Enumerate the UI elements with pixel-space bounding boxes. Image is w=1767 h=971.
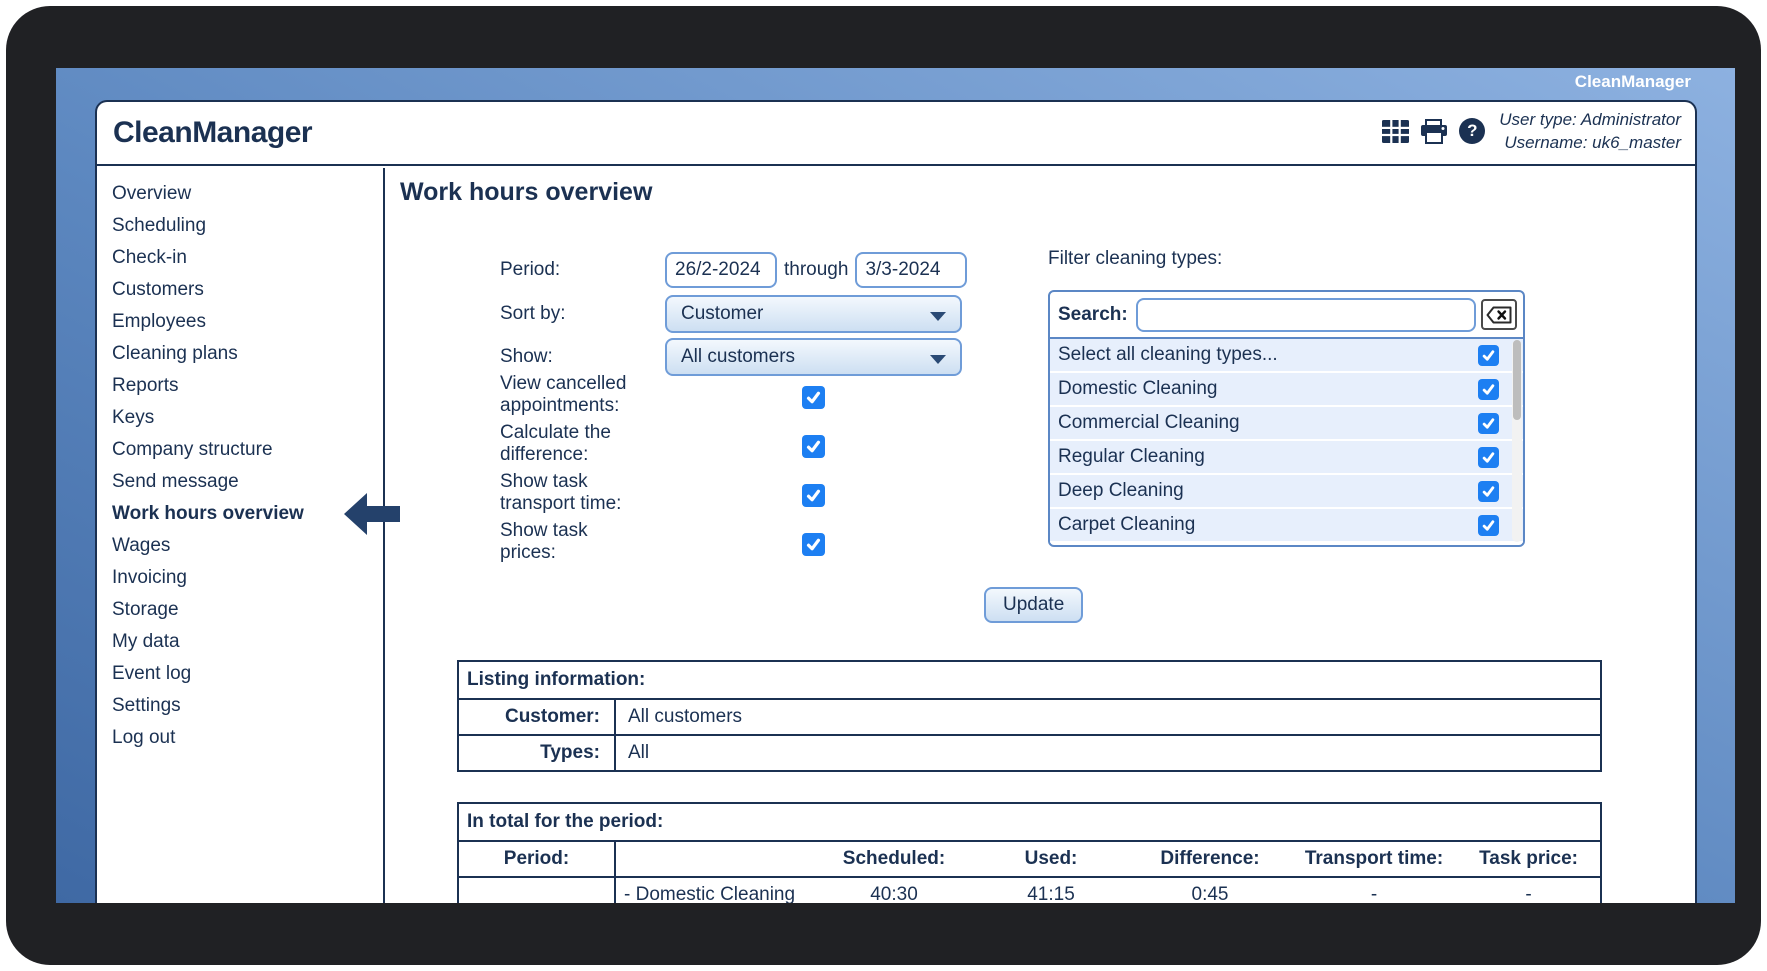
- period-to-input[interactable]: [855, 252, 968, 288]
- row-transport: -: [1291, 876, 1457, 903]
- sidebar-item-event-log[interactable]: Event log: [112, 658, 383, 690]
- deep-cleaning-checkbox[interactable]: [1478, 481, 1499, 502]
- period-from-input[interactable]: [665, 252, 777, 288]
- user-type-label: User type: Administrator: [1499, 110, 1681, 129]
- sort-by-select[interactable]: Customer: [665, 295, 962, 333]
- scrollbar-thumb[interactable]: [1513, 340, 1521, 420]
- window-brand-label: CleanManager: [1574, 72, 1691, 91]
- grid-icon[interactable]: [1382, 119, 1410, 143]
- app-header: CleanManager ? User type: Administrator …: [97, 102, 1695, 166]
- difference-col-header: Difference:: [1129, 840, 1291, 878]
- search-label: Search:: [1058, 303, 1128, 325]
- username-label: Username: uk6_master: [1504, 133, 1681, 152]
- filter-heading: Filter cleaning types:: [1048, 248, 1223, 269]
- sidebar-item-settings[interactable]: Settings: [112, 690, 383, 722]
- show-transport-time-label: Show task transport time:: [500, 471, 622, 514]
- scheduled-col-header: Scheduled:: [815, 840, 973, 878]
- totals-title: In total for the period:: [456, 802, 1603, 842]
- show-task-prices-label: Show task prices:: [500, 520, 588, 563]
- list-item-carpet-cleaning[interactable]: Carpet Cleaning: [1050, 509, 1523, 543]
- sidebar-item-customers[interactable]: Customers: [112, 274, 383, 306]
- calculate-difference-label: Calculate the difference:: [500, 422, 611, 465]
- sidebar: Overview Scheduling Check-in Customers E…: [97, 168, 400, 903]
- table-row: Types: All: [457, 734, 1602, 772]
- through-label: through: [784, 259, 849, 280]
- sidebar-item-send-message[interactable]: Send message: [112, 466, 383, 498]
- row-scheduled: 40:30: [815, 876, 973, 903]
- view-cancelled-checkbox[interactable]: [802, 386, 825, 409]
- select-all-checkbox[interactable]: [1478, 345, 1499, 366]
- device-frame: CleanManager CleanManager ? User type: A…: [6, 6, 1761, 965]
- show-transport-time-checkbox[interactable]: [802, 484, 825, 507]
- listing-info-title: Listing information:: [457, 660, 1602, 700]
- customer-row-value: All customers: [614, 698, 1602, 736]
- listing-information-table: Listing information: Customer: All custo…: [457, 660, 1602, 772]
- sidebar-item-check-in[interactable]: Check-in: [112, 242, 383, 274]
- domestic-cleaning-checkbox[interactable]: [1478, 379, 1499, 400]
- types-row-value: All: [614, 734, 1602, 772]
- table-row: - Domestic Cleaning 40:30 41:15 0:45 - -: [457, 876, 1603, 903]
- sidebar-item-company-structure[interactable]: Company structure: [112, 434, 383, 466]
- clear-search-button[interactable]: [1481, 299, 1517, 330]
- show-select[interactable]: All customers: [665, 338, 962, 376]
- print-icon[interactable]: [1420, 118, 1448, 144]
- row-price: -: [1457, 876, 1603, 903]
- main-content: Work hours overview Period: through Sort…: [385, 168, 1695, 903]
- chevron-down-icon: [930, 312, 946, 321]
- period-col-header: Period:: [457, 840, 616, 878]
- sidebar-item-overview[interactable]: Overview: [112, 178, 383, 210]
- list-item-regular-cleaning[interactable]: Regular Cleaning: [1050, 441, 1523, 475]
- sidebar-item-work-hours-overview[interactable]: Work hours overview: [112, 493, 400, 535]
- carpet-cleaning-checkbox[interactable]: [1478, 515, 1499, 536]
- row-used: 41:15: [973, 876, 1129, 903]
- backspace-icon: [1486, 306, 1512, 323]
- sort-by-label: Sort by:: [500, 303, 566, 324]
- customer-row-label: Customer:: [457, 698, 616, 736]
- sidebar-item-storage[interactable]: Storage: [112, 594, 383, 626]
- table-header-row: Period: Scheduled: Used: Difference: Tra…: [457, 840, 1603, 878]
- used-col-header: Used:: [973, 840, 1129, 878]
- row-difference: 0:45: [1129, 876, 1291, 903]
- filter-scrollbar: [1512, 340, 1522, 542]
- sidebar-item-invoicing[interactable]: Invoicing: [112, 562, 383, 594]
- transport-col-header: Transport time:: [1291, 840, 1457, 878]
- sidebar-item-keys[interactable]: Keys: [112, 402, 383, 434]
- totals-table: In total for the period: Period: Schedul…: [456, 802, 1603, 903]
- sidebar-item-cleaning-plans[interactable]: Cleaning plans: [112, 338, 383, 370]
- page-title: Work hours overview: [400, 178, 653, 206]
- calculate-difference-checkbox[interactable]: [802, 435, 825, 458]
- view-cancelled-label: View cancelled appointments:: [500, 373, 627, 416]
- types-row-label: Types:: [457, 734, 616, 772]
- chevron-down-icon: [930, 355, 946, 364]
- task-col-header: [614, 840, 815, 878]
- app-logo: CleanManager: [113, 116, 313, 149]
- show-task-prices-checkbox[interactable]: [802, 533, 825, 556]
- price-col-header: Task price:: [1457, 840, 1603, 878]
- list-item-deep-cleaning[interactable]: Deep Cleaning: [1050, 475, 1523, 509]
- regular-cleaning-checkbox[interactable]: [1478, 447, 1499, 468]
- show-label: Show:: [500, 346, 553, 367]
- row-period-cell: [457, 876, 616, 903]
- update-button[interactable]: Update: [984, 587, 1084, 623]
- row-task-name: - Domestic Cleaning: [614, 876, 815, 903]
- app-panel: CleanManager ? User type: Administrator …: [95, 100, 1697, 903]
- help-icon[interactable]: ?: [1459, 118, 1486, 144]
- sidebar-item-scheduling[interactable]: Scheduling: [112, 210, 383, 242]
- sidebar-item-my-data[interactable]: My data: [112, 626, 383, 658]
- list-item-select-all[interactable]: Select all cleaning types...: [1050, 339, 1523, 373]
- commercial-cleaning-checkbox[interactable]: [1478, 413, 1499, 434]
- filter-cleaning-types-panel: Search: Select all cleaning types... Dom…: [1048, 290, 1525, 547]
- search-input[interactable]: [1135, 297, 1476, 332]
- sidebar-item-reports[interactable]: Reports: [112, 370, 383, 402]
- list-item-commercial-cleaning[interactable]: Commercial Cleaning: [1050, 407, 1523, 441]
- list-item-domestic-cleaning[interactable]: Domestic Cleaning: [1050, 373, 1523, 407]
- sidebar-item-log-out[interactable]: Log out: [112, 722, 383, 754]
- table-row: Customer: All customers: [457, 698, 1602, 736]
- sidebar-item-employees[interactable]: Employees: [112, 306, 383, 338]
- cleaning-types-list: Select all cleaning types... Domestic Cl…: [1050, 339, 1523, 543]
- sidebar-item-wages[interactable]: Wages: [112, 530, 383, 562]
- period-label: Period:: [500, 259, 561, 280]
